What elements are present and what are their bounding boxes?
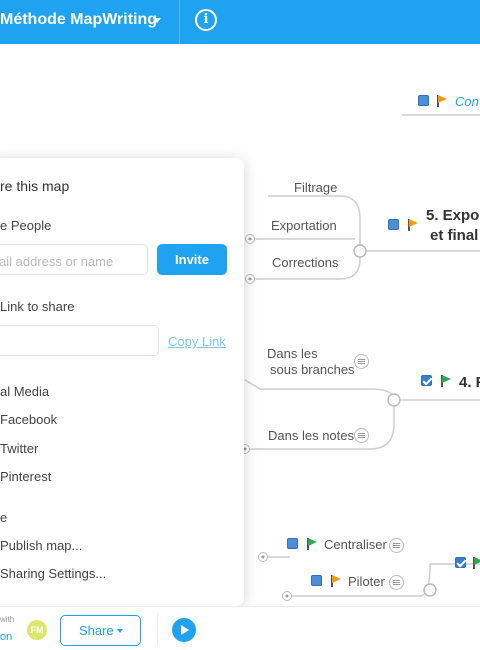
node-sous-branches[interactable]: sous branches [270,362,355,377]
task-checkbox-checked[interactable] [455,557,466,568]
avatar[interactable]: FM [27,620,47,640]
flag-icon[interactable] [472,557,480,569]
note-icon[interactable] [354,428,369,443]
map-title[interactable]: Méthode MapWriting [0,11,157,29]
node-piloter[interactable]: Piloter [348,574,385,589]
pinterest-option[interactable]: Pinterest [0,469,51,484]
task-checkbox[interactable] [388,219,399,230]
node-dans-les-notes[interactable]: Dans les notes [268,428,354,443]
shared-on-link[interactable]: on [0,631,12,643]
node-filtrage[interactable]: Filtrage [294,180,337,195]
flag-icon[interactable] [306,538,318,550]
top-bar: Méthode MapWriting i [0,0,480,44]
social-media-label: al Media [0,384,50,399]
share-panel-title: re this map [0,178,70,194]
note-icon[interactable] [389,538,404,553]
twitter-option[interactable]: Twitter [0,441,38,456]
node-corrections[interactable]: Corrections [272,255,338,270]
info-icon[interactable]: i [195,9,217,31]
facebook-option[interactable]: Facebook [0,412,57,427]
play-icon[interactable] [172,618,196,642]
invite-people-label: e People [0,218,52,233]
task-checkbox[interactable] [287,538,298,549]
shared-with-label: with [0,615,15,624]
more-label: e [0,510,8,525]
share-panel: re this map e People ail address or name… [0,158,244,615]
email-input[interactable]: ail address or name [0,244,148,275]
bottombar-divider [157,613,158,645]
flag-icon[interactable] [407,219,419,231]
sharing-settings-option[interactable]: Sharing Settings... [0,566,106,581]
note-icon[interactable] [354,354,369,369]
task-checkbox-checked[interactable] [421,375,432,386]
flag-icon[interactable] [440,375,452,387]
bottom-bar: with on FM Share [0,606,480,650]
note-icon[interactable] [389,575,404,590]
share-button[interactable]: Share [60,615,141,646]
invite-button[interactable]: Invite [157,244,227,275]
topbar-divider [179,0,180,44]
flag-icon[interactable] [436,95,448,107]
node-exportation[interactable]: Exportation [271,218,337,233]
node-centraliser[interactable]: Centraliser [324,537,387,552]
flag-icon[interactable] [330,575,342,587]
title-dropdown-icon[interactable] [153,18,161,23]
task-checkbox[interactable] [311,575,322,586]
copy-link-button[interactable]: Copy Link [168,334,226,349]
node-conclusion[interactable]: Con [455,94,479,109]
node-export-title-line1[interactable]: 5. Expo [426,207,479,224]
node-export-title-line2[interactable]: et final [430,227,478,244]
email-placeholder: ail address or name [0,254,114,269]
publish-map-option[interactable]: Publish map... [0,538,82,553]
task-checkbox[interactable] [418,95,429,106]
chevron-down-icon [117,629,123,633]
node-4-title[interactable]: 4. F [459,374,480,391]
share-button-label: Share [79,623,114,638]
link-to-share-label: Link to share [0,299,75,314]
share-link-field[interactable] [0,325,159,356]
node-dans-les[interactable]: Dans les [267,346,318,361]
